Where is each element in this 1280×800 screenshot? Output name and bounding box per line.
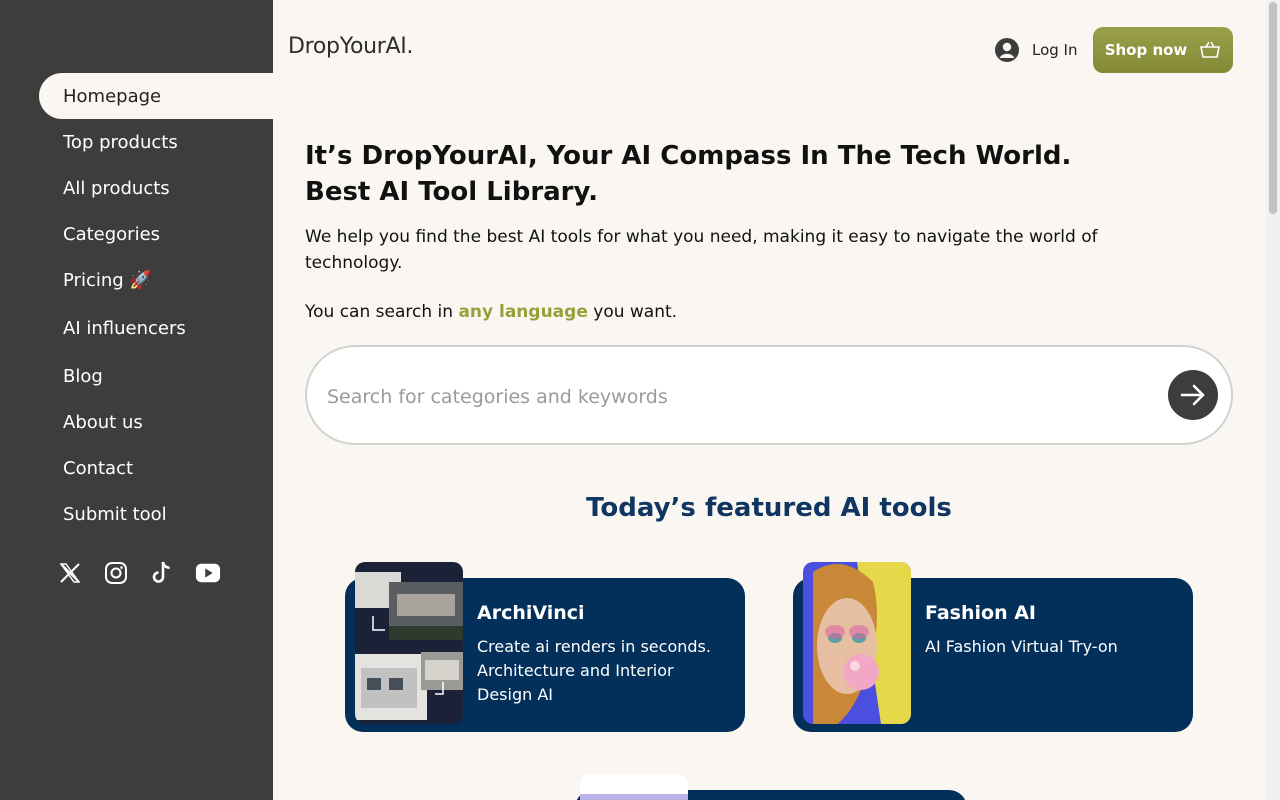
sidebar-item-pricing[interactable]: Pricing 🚀 — [39, 257, 273, 303]
featured-tool-card[interactable]: Fashion AI AI Fashion Virtual Try-on — [793, 562, 1193, 732]
search-input[interactable] — [327, 377, 1147, 417]
sidebar-item-contact[interactable]: Contact — [39, 445, 273, 491]
arrow-right-icon — [1180, 384, 1205, 406]
page-title: It’s DropYourAI, Your AI Compass In The … — [305, 138, 1105, 210]
scrollbar-thumb[interactable] — [1269, 2, 1277, 214]
featured-tool-card[interactable]: ArchiVinci Create ai renders in seconds.… — [345, 562, 745, 732]
tool-description: AI Fashion Virtual Try-on — [925, 637, 1118, 656]
social-links — [57, 560, 221, 586]
sidebar-item-label: Categories — [63, 223, 161, 245]
tool-name: ArchiVinci — [477, 602, 585, 624]
login-button[interactable]: Log In — [994, 37, 1078, 63]
sidebar-item-label: About us — [63, 411, 143, 433]
language-suffix: you want. — [587, 302, 678, 322]
tool-thumbnail-partial — [580, 774, 688, 800]
sidebar-top-curve — [0, 0, 273, 73]
hero-description: We help you find the best AI tools for w… — [305, 227, 1098, 273]
page-scrollbar[interactable] — [1266, 0, 1280, 800]
tool-thumbnail — [803, 562, 911, 724]
tool-name: Fashion AI — [925, 602, 1037, 624]
search-box — [305, 345, 1233, 445]
youtube-icon[interactable] — [195, 560, 221, 586]
x-icon[interactable] — [57, 560, 83, 586]
sidebar-item-categories[interactable]: Categories — [39, 211, 273, 257]
language-highlight: any language — [458, 302, 588, 322]
language-note: You can search in any language you want. — [305, 302, 677, 322]
sidebar-item-all-products[interactable]: All products — [39, 165, 273, 211]
sidebar-item-label: Pricing 🚀 — [63, 269, 152, 291]
instagram-icon[interactable] — [103, 560, 129, 586]
sidebar-item-label: Submit tool — [63, 503, 167, 525]
title-line-2: Best AI Tool Library. — [305, 177, 598, 207]
shop-now-button[interactable]: Shop now — [1093, 27, 1233, 73]
sidebar-item-submit-tool[interactable]: Submit tool — [39, 491, 273, 537]
user-icon — [995, 38, 1019, 62]
sidebar-item-label: Homepage — [63, 85, 162, 107]
sidebar-item-label: All products — [63, 177, 170, 199]
shop-now-label: Shop now — [1104, 41, 1188, 59]
sidebar-item-homepage[interactable]: Homepage — [39, 73, 273, 119]
sidebar-item-label: Blog — [63, 365, 103, 387]
language-prefix: You can search in — [305, 302, 459, 322]
sidebar-item-ai-influencers[interactable]: AI influencers — [39, 303, 273, 353]
sidebar-item-label: Contact — [63, 457, 134, 479]
tiktok-icon[interactable] — [149, 560, 175, 586]
sidebar-nav: Homepage Top products All products Categ… — [39, 73, 273, 537]
site-logo[interactable]: DropYourAI. — [288, 34, 413, 59]
search-submit-button[interactable] — [1168, 370, 1218, 420]
login-label: Log In — [1032, 41, 1078, 59]
sidebar-item-blog[interactable]: Blog — [39, 353, 273, 399]
sidebar-item-label: AI influencers — [63, 317, 186, 339]
featured-tools-heading: Today’s featured AI tools — [586, 493, 952, 523]
sidebar-item-about-us[interactable]: About us — [39, 399, 273, 445]
sidebar-item-top-products[interactable]: Top products — [39, 119, 273, 165]
tool-description: Create ai renders in seconds. Architectu… — [477, 637, 711, 704]
basket-icon — [1200, 41, 1221, 58]
sidebar-item-label: Top products — [63, 131, 178, 153]
tool-thumbnail — [355, 562, 463, 724]
title-line-1: It’s DropYourAI, Your AI Compass In The … — [305, 141, 1072, 171]
